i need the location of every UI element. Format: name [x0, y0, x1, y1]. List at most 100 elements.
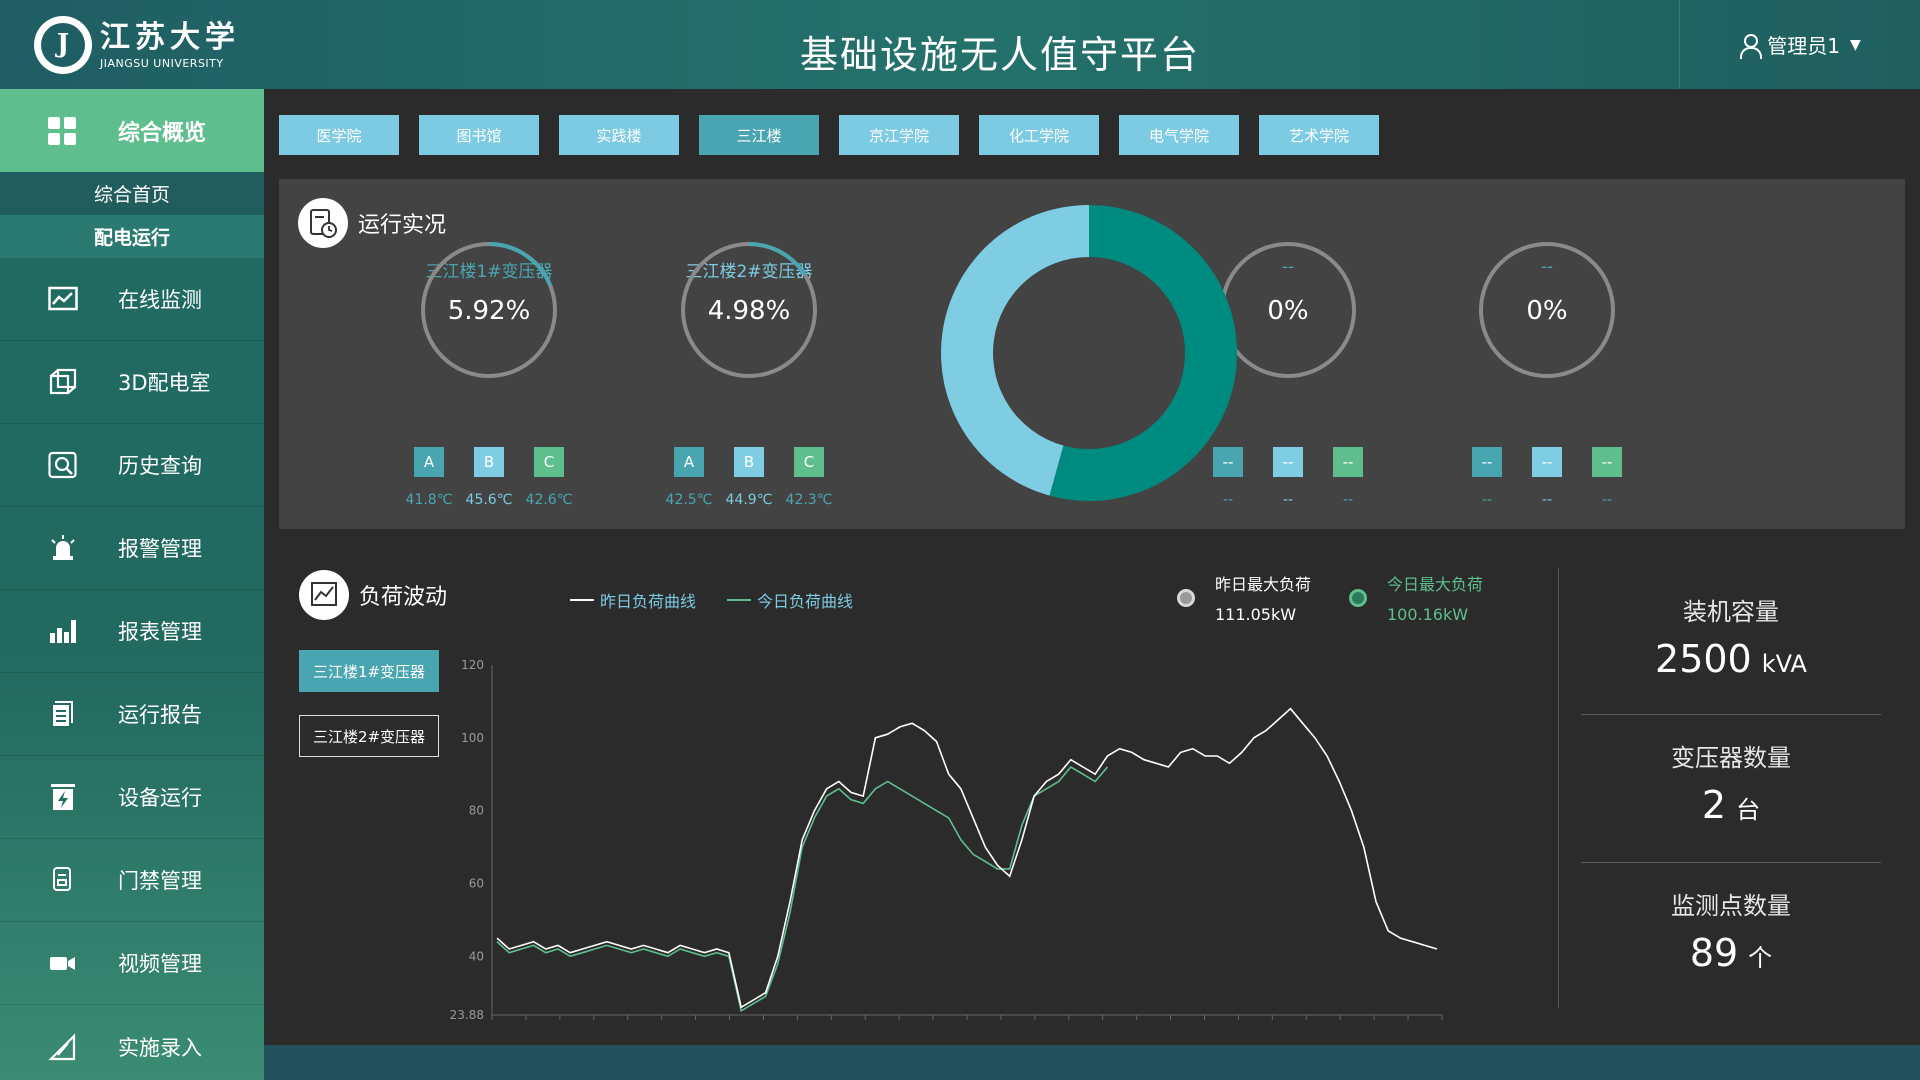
tab-library[interactable]: 图书馆 — [419, 115, 539, 155]
tab-practice[interactable]: 实践楼 — [559, 115, 679, 155]
phase-badge: A — [674, 447, 704, 477]
sidebar-item-reports-table[interactable]: 报表管理 — [0, 590, 264, 673]
sidebar-subitem-power-run[interactable]: 配电运行 — [0, 215, 264, 258]
y-tick-label: 120 — [461, 658, 484, 672]
phase-temperature: 41.8℃ — [405, 492, 453, 508]
grid-icon — [48, 116, 78, 145]
access-card-icon — [48, 866, 78, 894]
today-max: 今日最大负荷 100.16kW — [1387, 570, 1483, 630]
building-tabs: 医学院 图书馆 实践楼 三江楼 京江学院 化工学院 电气学院 艺术学院 — [279, 115, 1399, 155]
yesterday-max-dot-icon — [1177, 589, 1195, 607]
sidebar-item-label: 历史查询 — [118, 454, 202, 478]
power-device-icon — [48, 783, 78, 811]
phase-temperature: -- — [1481, 492, 1493, 508]
phase-temperature: -- — [1342, 492, 1354, 508]
phase-badge: A — [414, 447, 444, 477]
pen-edit-icon — [48, 1032, 78, 1061]
stat-transformers: 变压器数量 2台 — [1581, 738, 1881, 827]
sidebar-item-alarms[interactable]: 报警管理 — [0, 507, 264, 590]
phase-badge: -- — [1333, 447, 1363, 477]
tab-medical[interactable]: 医学院 — [279, 115, 399, 155]
sidebar-item-video[interactable]: 视频管理 — [0, 922, 264, 1005]
load-title-text: 负荷波动 — [359, 585, 448, 610]
sidebar-item-label: 报警管理 — [118, 537, 202, 561]
sidebar-item-label: 在线监测 — [118, 288, 202, 312]
sidebar-item-history[interactable]: 历史查询 — [0, 424, 264, 507]
gauge-value: 5.92% — [448, 296, 531, 326]
phase-temperature: -- — [1601, 492, 1613, 508]
y-tick-label: 80 — [469, 804, 484, 818]
stat-capacity-value: 2500 — [1655, 637, 1752, 681]
tab-chemical[interactable]: 化工学院 — [979, 115, 1099, 155]
legend-today[interactable]: 今日负荷曲线 — [727, 588, 853, 612]
sidebar-item-run-report[interactable]: 运行报告 — [0, 673, 264, 756]
y-tick-label: 100 — [461, 731, 484, 745]
stat-transformers-unit: 台 — [1736, 796, 1761, 824]
phase-badge: C — [794, 447, 824, 477]
stat-points-unit: 个 — [1748, 944, 1773, 972]
stat-points-value: 89 — [1689, 931, 1739, 975]
cube-3d-icon — [48, 368, 78, 396]
gauge-ring: 5.92% — [421, 242, 557, 378]
yesterday-max-label: 昨日最大负荷 — [1215, 575, 1312, 594]
user-name: 管理员1 — [1767, 34, 1840, 58]
sidebar-item-overview[interactable]: 综合概览 — [0, 89, 264, 172]
alarm-light-icon — [48, 534, 78, 562]
sidebar-item-label: 实施录入 — [118, 1035, 202, 1060]
sidebar-item-label: 设备运行 — [118, 786, 202, 810]
today-max-value: 100.16kW — [1387, 605, 1469, 624]
operation-panel: 运行实况 三江楼1#变压器 5.92% A 41.8℃ B 45.6℃ C 42.6℃ 三江楼2… — [279, 179, 1905, 529]
load-line-chart: 120 100 80 60 40 23.88 — [450, 658, 1443, 1022]
line-chart-icon — [299, 570, 349, 620]
video-camera-icon — [48, 949, 78, 977]
tab-art[interactable]: 艺术学院 — [1259, 115, 1379, 155]
tab-jingjiang[interactable]: 京江学院 — [839, 115, 959, 155]
load-ratio-donut — [941, 205, 1237, 501]
phase-temperature: 42.6℃ — [525, 492, 573, 508]
sidebar: 综合概览 综合首页 配电运行 在线监测 3D配电室 历史查询 报警管理 报表管理… — [0, 89, 264, 1080]
sidebar-subitem-home[interactable]: 综合首页 — [0, 172, 264, 215]
y-tick-label: 23.88 — [450, 1008, 484, 1022]
legend-line-white — [570, 599, 594, 601]
gauge-value: 4.98% — [708, 296, 791, 326]
phase-temperature: 42.5℃ — [665, 492, 713, 508]
monitor-chart-icon — [48, 285, 78, 313]
stats-divider — [1581, 714, 1881, 715]
phase-temperature: -- — [1541, 492, 1553, 508]
sidebar-item-online-monitor[interactable]: 在线监测 — [0, 258, 264, 341]
series-line — [496, 707, 1438, 1009]
phase-badge: -- — [1532, 447, 1562, 477]
search-history-icon — [48, 451, 78, 479]
gauge-value: 0% — [1267, 296, 1308, 326]
sidebar-item-data-entry[interactable]: 实施录入 — [0, 1005, 264, 1080]
user-menu[interactable]: 管理员1 ▼ — [1679, 0, 1920, 89]
sidebar-item-3d-room[interactable]: 3D配电室 — [0, 341, 264, 424]
series-line — [496, 765, 1109, 1013]
transformer-2-button[interactable]: 三江楼2#变压器 — [299, 715, 439, 757]
today-max-label: 今日最大负荷 — [1387, 575, 1484, 594]
stat-transformers-value: 2 — [1701, 783, 1727, 827]
legend-yesterday[interactable]: 昨日负荷曲线 — [570, 588, 696, 612]
transformer-1-button[interactable]: 三江楼1#变压器 — [299, 650, 439, 692]
gauge-ring: 4.98% — [681, 242, 817, 378]
tab-electrical[interactable]: 电气学院 — [1119, 115, 1239, 155]
report-document-icon — [48, 700, 78, 728]
phase-temperature: -- — [1282, 492, 1294, 508]
today-max-dot-icon — [1349, 589, 1367, 607]
stat-transformers-label: 变压器数量 — [1671, 744, 1791, 772]
sidebar-item-device-run[interactable]: 设备运行 — [0, 756, 264, 839]
app-header: J 江苏大学 JIANGSU UNIVERSITY 基础设施无人值守平台 管理员… — [0, 0, 1920, 89]
clock-document-icon — [298, 198, 348, 248]
sidebar-item-label: 门禁管理 — [118, 869, 202, 893]
legend-line-green — [727, 599, 751, 601]
tab-sanjiang[interactable]: 三江楼 — [699, 115, 819, 155]
sidebar-item-label: 报表管理 — [118, 620, 202, 644]
bar-chart-icon — [48, 617, 78, 645]
sidebar-item-label: 综合概览 — [118, 120, 207, 146]
phase-temperature: 44.9℃ — [725, 492, 773, 508]
stats-panel: 装机容量 2500 kVA 变压器数量 2台 监测点数量 89 个 — [1558, 568, 1903, 1008]
stat-capacity: 装机容量 2500 kVA — [1581, 592, 1881, 681]
sidebar-item-label: 3D配电室 — [118, 371, 211, 395]
phase-badge: -- — [1273, 447, 1303, 477]
sidebar-item-access[interactable]: 门禁管理 — [0, 839, 264, 922]
